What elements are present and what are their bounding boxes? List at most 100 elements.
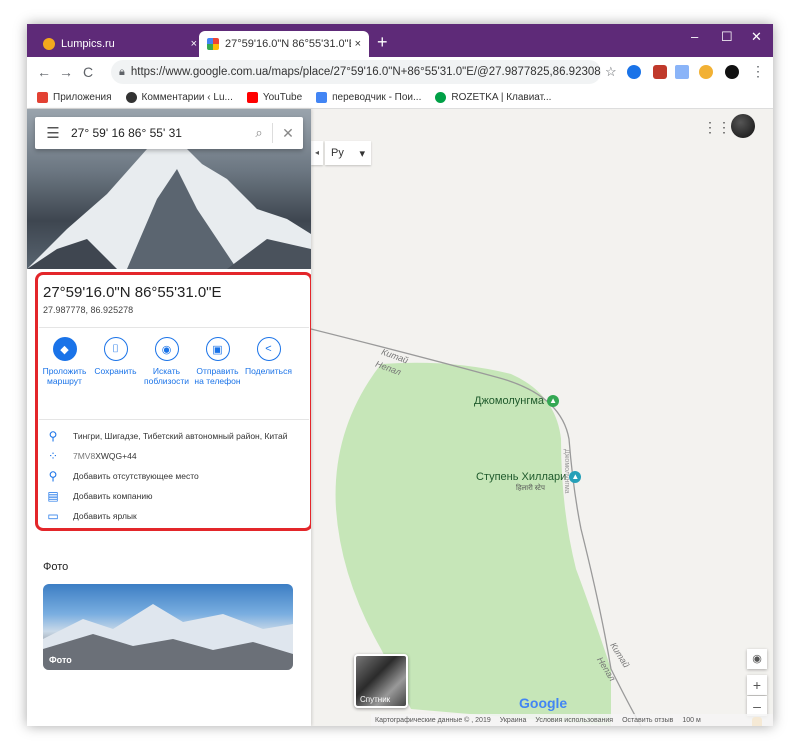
language-label: Ру <box>331 147 344 159</box>
search-box[interactable]: ☰ 27° 59' 16 86° 55' 31 ⌕ ✕ <box>35 117 303 149</box>
bookmark-label: ROZETKA | Клавиат... <box>451 92 552 103</box>
location-pin-icon: ⚲ <box>48 429 58 443</box>
collapse-panel-button[interactable]: ◂ <box>311 141 323 165</box>
phone-icon: ▣ <box>205 337 230 361</box>
back-button[interactable]: ← <box>33 64 55 80</box>
google-icon <box>316 92 328 103</box>
tab-close-icon[interactable]: × <box>355 38 361 50</box>
account-avatar[interactable] <box>731 114 755 138</box>
profile-avatar[interactable] <box>725 65 739 79</box>
extension-shield-icon[interactable] <box>653 65 667 79</box>
label-icon: ▭ <box>47 509 59 523</box>
photos-heading: Фото <box>43 561 69 573</box>
scale-label[interactable]: 100 м <box>682 717 700 724</box>
bookmark-label: YouTube <box>262 92 303 103</box>
map-attribution: Картографические данные © , 2019 Украина… <box>371 714 773 726</box>
poi-subtitle: हिलारी स्टेप <box>516 485 545 492</box>
vertical-map-label: Джомолунгма <box>563 449 570 494</box>
tab-lumpics[interactable]: Lumpics.ru × <box>35 31 205 57</box>
lock-icon: 🔒︎ <box>119 65 125 78</box>
plus-code-row[interactable]: ⁘ 7MV8XWQG+44 <box>43 449 299 463</box>
my-location-button[interactable]: ◉ <box>747 649 767 669</box>
youtube-icon <box>246 92 258 103</box>
bookmark-icon: ⌷ <box>103 337 128 361</box>
bookmark-rozetka[interactable]: ROZETKA | Клавиат... <box>435 92 551 103</box>
plus-code-rest: XWQG+44 <box>95 451 137 461</box>
share-icon: < <box>256 337 281 361</box>
add-business-icon: ▤ <box>47 489 59 503</box>
nearby-icon: ◉ <box>154 337 179 361</box>
poi-name: Ступень Хиллари <box>476 471 567 483</box>
country-label[interactable]: Украина <box>500 717 527 724</box>
decimal-coordinates: 27.987778, 86.925278 <box>43 305 134 315</box>
minimize-button[interactable]: – <box>691 29 698 44</box>
plus-code-icon: ⁘ <box>47 449 59 463</box>
terms-link[interactable]: Условия использования <box>535 717 613 724</box>
maximize-button[interactable]: ☐ <box>721 29 733 45</box>
dropdown-icon: ▾ <box>359 147 365 160</box>
mountain-marker-icon: ▲ <box>569 471 582 484</box>
browser-window: Lumpics.ru × 27°59'16.0"N 86°55'31.0"E –… <box>27 24 773 726</box>
lumpics-favicon-icon <box>43 38 55 50</box>
wordpress-icon <box>125 92 137 103</box>
browser-toolbar: ← → C 🔒︎ https://www.google.com.ua/maps/… <box>27 57 773 87</box>
feedback-link[interactable]: Оставить отзыв <box>622 717 673 724</box>
extension-globe-icon[interactable] <box>627 65 641 79</box>
address-text: Тингри, Шигадзе, Тибетский автономный ра… <box>73 431 288 441</box>
extension-play-icon[interactable] <box>675 65 689 79</box>
url-text: https://www.google.com.ua/maps/place/27°… <box>130 66 601 78</box>
action-label: Поделиться <box>245 366 292 376</box>
address-row[interactable]: ⚲ Тингри, Шигадзе, Тибетский автономный … <box>43 429 299 443</box>
reload-button[interactable]: C <box>77 64 99 80</box>
address-bar[interactable]: 🔒︎ https://www.google.com.ua/maps/place/… <box>111 60 601 84</box>
more-menu-icon[interactable]: ⋮ <box>751 63 765 80</box>
forward-button[interactable]: → <box>55 64 77 80</box>
clear-search-icon[interactable]: ✕ <box>273 125 303 142</box>
zoom-out-button[interactable]: – <box>747 696 767 716</box>
action-label: Отправить на телефон <box>194 366 241 386</box>
map-data-credit: Картографические данные © , 2019 <box>375 716 491 724</box>
search-icon[interactable]: ⌕ <box>246 125 272 141</box>
close-window-button[interactable]: ✕ <box>751 29 762 45</box>
bookmark-star-icon[interactable]: ☆ <box>605 64 617 80</box>
zoom-in-button[interactable]: + <box>747 675 767 695</box>
divider <box>39 327 309 328</box>
extension-icon[interactable] <box>699 65 713 79</box>
save-button[interactable]: ⌷ Сохранить <box>90 337 141 386</box>
directions-button[interactable]: ◆ Проложить маршрут <box>39 337 90 386</box>
hamburger-menu-icon[interactable]: ☰ <box>35 124 71 142</box>
bookmarks-bar: Приложения Комментарии ‹ Lu... YouTube п… <box>27 87 773 109</box>
bookmark-apps[interactable]: Приложения <box>37 92 112 103</box>
add-business-row[interactable]: ▤ Добавить компанию <box>43 489 299 503</box>
google-logo: Google <box>519 695 568 711</box>
satellite-label: Спутник <box>360 695 391 704</box>
satellite-toggle[interactable]: Спутник <box>354 654 408 708</box>
new-tab-button[interactable]: + <box>377 32 388 52</box>
bookmark-comments[interactable]: Комментарии ‹ Lu... <box>125 92 233 103</box>
add-place-icon: ⚲ <box>48 469 58 483</box>
apps-grid-icon <box>37 92 48 103</box>
search-nearby-button[interactable]: ◉ Искать поблизости <box>141 337 192 386</box>
map-canvas[interactable]: ◂ Ру ▾ ⋮⋮⋮ Китай Непал Китай Непал Джомол… <box>311 109 773 726</box>
language-button[interactable]: Ру ▾ <box>325 141 371 165</box>
send-to-phone-button[interactable]: ▣ Отправить на телефон <box>192 337 243 386</box>
divider <box>39 419 309 420</box>
search-input[interactable]: 27° 59' 16 86° 55' 31 <box>71 126 246 140</box>
add-label-row[interactable]: ▭ Добавить ярлык <box>43 509 299 523</box>
park-label[interactable]: Джомолунгма ▲ <box>474 395 560 408</box>
action-label: Искать поблизости <box>144 366 189 386</box>
bookmark-youtube[interactable]: YouTube <box>246 92 303 103</box>
tab-google-maps[interactable]: 27°59'16.0"N 86°55'31.0"E – Goo × <box>199 31 369 57</box>
add-business-text: Добавить компанию <box>73 491 153 501</box>
bookmark-translator[interactable]: переводчик - Пои... <box>316 92 421 103</box>
action-buttons: ◆ Проложить маршрут ⌷ Сохранить ◉ Искать п… <box>39 337 299 386</box>
action-label: Проложить маршрут <box>42 366 87 386</box>
photo-card[interactable]: Фото <box>43 584 293 670</box>
add-missing-place-row[interactable]: ⚲ Добавить отсутствующее место <box>43 469 299 483</box>
action-label: Сохранить <box>94 366 137 376</box>
add-label-text: Добавить ярлык <box>73 511 137 521</box>
share-button[interactable]: < Поделиться <box>243 337 294 386</box>
tab-strip: Lumpics.ru × 27°59'16.0"N 86°55'31.0"E –… <box>27 24 773 57</box>
tab-close-icon[interactable]: × <box>191 38 197 50</box>
photo-card-label: Фото <box>49 655 72 665</box>
